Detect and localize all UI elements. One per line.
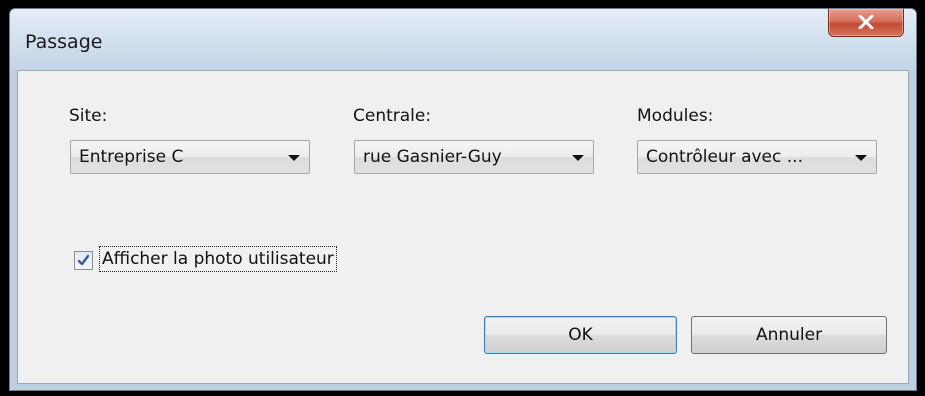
chevron-down-icon: [572, 155, 584, 161]
centrale-select-value: rue Gasnier-Guy: [363, 147, 502, 167]
modules-label: Modules:: [637, 106, 714, 126]
modules-select-value: Contrôleur avec ...: [646, 147, 803, 167]
centrale-select[interactable]: rue Gasnier-Guy: [354, 140, 594, 174]
site-select[interactable]: Entreprise C: [70, 140, 310, 174]
ok-button[interactable]: OK: [484, 316, 677, 354]
show-photo-label[interactable]: Afficher la photo utilisateur: [99, 246, 337, 272]
centrale-label: Centrale:: [353, 106, 432, 126]
site-label: Site:: [69, 106, 108, 126]
site-select-value: Entreprise C: [79, 147, 184, 167]
chevron-down-icon: [288, 155, 300, 161]
cancel-button[interactable]: Annuler: [691, 316, 887, 354]
dialog-content: Site: Entreprise C Centrale: rue Gasnier…: [17, 70, 909, 384]
show-photo-checkbox[interactable]: [74, 251, 93, 270]
checkmark-icon: [77, 254, 90, 266]
chevron-down-icon: [855, 155, 867, 161]
window-title: Passage: [25, 31, 103, 53]
close-button[interactable]: [828, 9, 904, 37]
close-icon: [858, 15, 874, 29]
passage-dialog: Passage Site: Entreprise C Centrale: rue…: [9, 8, 917, 391]
modules-select[interactable]: Contrôleur avec ...: [637, 140, 877, 174]
title-bar[interactable]: Passage: [10, 9, 916, 71]
